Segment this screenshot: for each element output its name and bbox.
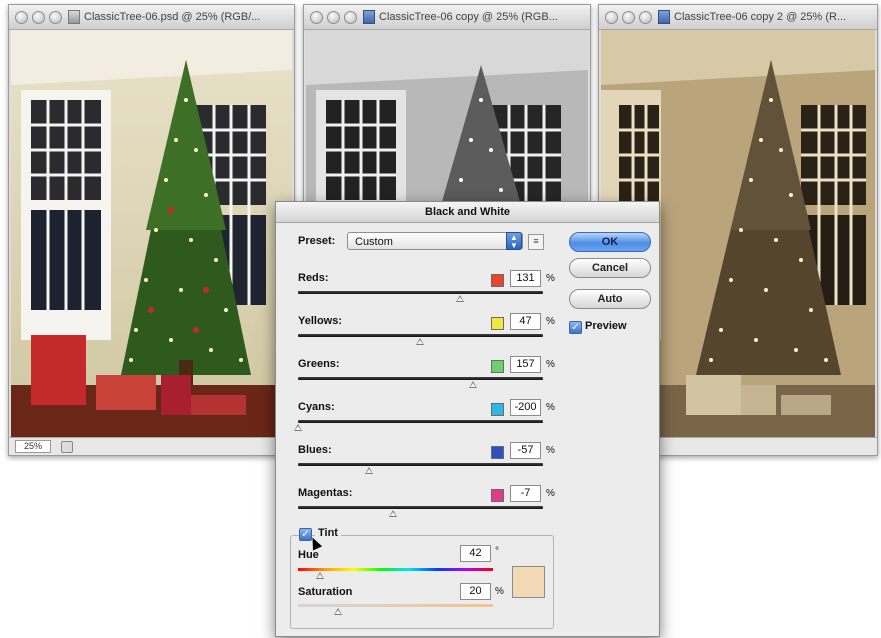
magentas-swatch [491, 489, 504, 502]
window-titlebar[interactable]: ClassicTree-06 copy 2 @ 25% (R... [599, 5, 877, 30]
blues-value-field[interactable]: -57 [510, 442, 541, 459]
window-statusbar: 25% [9, 437, 294, 455]
document-icon [658, 10, 670, 24]
greens-slider-track[interactable] [298, 377, 543, 380]
percent-unit: % [546, 445, 555, 456]
saturation-slider-track[interactable] [298, 604, 493, 607]
reds-swatch [491, 274, 504, 287]
dropdown-arrows-icon[interactable]: ▲ ▼ [506, 232, 522, 250]
greens-swatch [491, 360, 504, 373]
blues-label: Blues: [298, 444, 332, 456]
yellows-slider-track[interactable] [298, 334, 543, 337]
cyans-swatch [491, 403, 504, 416]
magentas-slider-thumb[interactable] [389, 510, 397, 517]
document-icon [68, 10, 80, 24]
reds-label: Reds: [298, 272, 329, 284]
blues-swatch [491, 446, 504, 459]
window-title: ClassicTree-06.psd @ 25% (RGB/... [84, 11, 261, 23]
window-controls[interactable] [310, 10, 357, 24]
preset-value: Custom [355, 236, 393, 248]
zoom-button[interactable] [344, 10, 357, 24]
reds-slider-track[interactable] [298, 291, 543, 294]
preview-label: Preview [585, 320, 627, 332]
tint-color-swatch[interactable] [512, 566, 545, 598]
dialog-title: Black and White [276, 202, 659, 223]
christmas-tree-photo-color [11, 30, 292, 437]
image-canvas[interactable] [11, 30, 292, 437]
document-icon [363, 10, 375, 24]
degree-unit: ° [495, 546, 499, 557]
yellows-label: Yellows: [298, 315, 343, 327]
blues-slider-thumb[interactable] [365, 467, 373, 474]
cyans-value-field[interactable]: -200 [510, 399, 541, 416]
magentas-value-field[interactable]: -7 [510, 485, 541, 502]
percent-unit: % [546, 359, 555, 370]
magentas-label: Magentas: [298, 487, 353, 499]
saturation-label: Saturation [298, 586, 353, 598]
yellows-slider-thumb[interactable] [416, 338, 424, 345]
black-and-white-dialog[interactable]: Black and White Preset: Custom ▲ ▼ ≡ OK C… [275, 201, 660, 637]
zoom-button[interactable] [639, 10, 652, 24]
minimize-button[interactable] [32, 10, 45, 24]
greens-label: Greens: [298, 358, 340, 370]
blues-slider-track[interactable] [298, 463, 543, 466]
hue-value-field[interactable]: 42 [460, 545, 491, 562]
preset-options-icon[interactable]: ≡ [528, 234, 544, 250]
cancel-button[interactable]: Cancel [569, 258, 651, 278]
cyans-slider-thumb[interactable] [294, 424, 302, 431]
preset-dropdown[interactable]: Custom ▲ ▼ [347, 232, 523, 250]
saturation-value-field[interactable]: 20 [460, 583, 491, 600]
document-window-color[interactable]: ClassicTree-06.psd @ 25% (RGB/... 25% [8, 4, 295, 456]
ok-button[interactable]: OK [569, 232, 651, 252]
reds-slider-thumb[interactable] [456, 295, 464, 302]
percent-unit: % [546, 273, 555, 284]
hue-slider-track[interactable] [298, 568, 493, 571]
close-button[interactable] [310, 10, 323, 24]
auto-button[interactable]: Auto [569, 289, 651, 309]
tint-label: Tint [315, 527, 341, 539]
minimize-button[interactable] [327, 10, 340, 24]
hue-slider-thumb[interactable] [316, 572, 324, 579]
magentas-slider-track[interactable] [298, 506, 543, 509]
cyans-slider-track[interactable] [298, 420, 543, 423]
yellows-value-field[interactable]: 47 [510, 313, 541, 330]
zoom-level[interactable]: 25% [15, 440, 52, 453]
percent-unit: % [546, 402, 555, 413]
close-button[interactable] [15, 10, 28, 24]
greens-slider-thumb[interactable] [469, 381, 477, 388]
status-menu-icon[interactable] [61, 440, 74, 453]
close-button[interactable] [605, 10, 618, 24]
window-titlebar[interactable]: ClassicTree-06 copy @ 25% (RGB... [304, 5, 590, 30]
reds-value-field[interactable]: 131 [510, 270, 541, 287]
yellows-swatch [491, 317, 504, 330]
cyans-label: Cyans: [298, 401, 335, 413]
window-title: ClassicTree-06 copy @ 25% (RGB... [379, 11, 558, 23]
window-titlebar[interactable]: ClassicTree-06.psd @ 25% (RGB/... [9, 5, 294, 30]
minimize-button[interactable] [622, 10, 635, 24]
zoom-button[interactable] [49, 10, 62, 24]
hue-label: Hue [298, 549, 319, 561]
percent-unit: % [495, 586, 504, 597]
saturation-slider-thumb[interactable] [334, 608, 342, 615]
window-title: ClassicTree-06 copy 2 @ 25% (R... [674, 11, 847, 23]
window-controls[interactable] [15, 10, 62, 24]
preview-checkbox[interactable]: ✓ [569, 321, 582, 334]
greens-value-field[interactable]: 157 [510, 356, 541, 373]
percent-unit: % [546, 316, 555, 327]
percent-unit: % [546, 488, 555, 499]
preset-label: Preset: [298, 235, 336, 247]
window-controls[interactable] [605, 10, 652, 24]
